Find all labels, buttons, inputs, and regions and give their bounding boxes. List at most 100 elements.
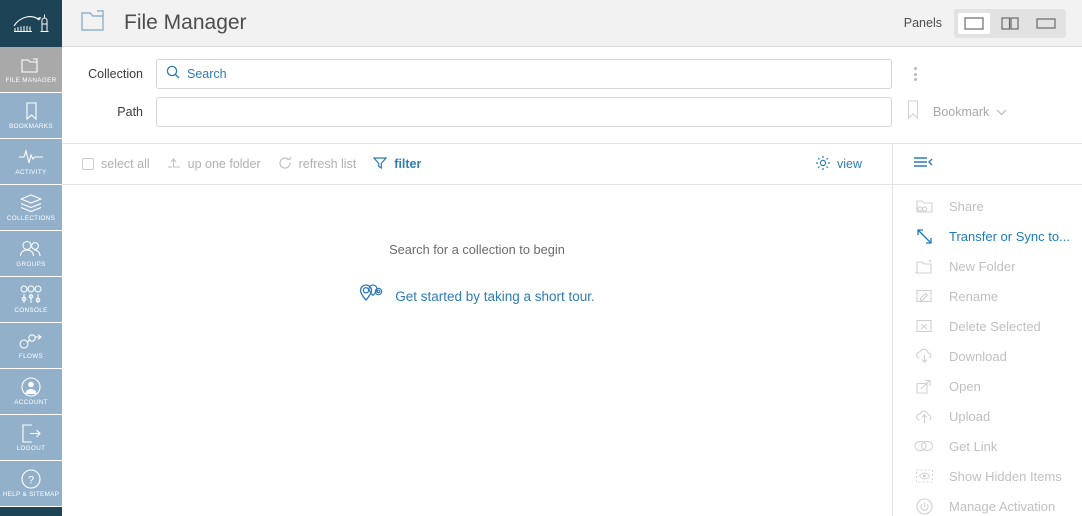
sidebar-item-label: CONSOLE <box>14 307 48 314</box>
action-upload[interactable]: Upload <box>893 401 1082 431</box>
open-external-icon <box>913 378 935 395</box>
action-open[interactable]: Open <box>893 371 1082 401</box>
action-share[interactable]: Share <box>893 191 1082 221</box>
folder-icon <box>20 55 42 75</box>
logout-arrow-icon <box>21 423 42 443</box>
action-manage-activation[interactable]: Manage Activation <box>893 491 1082 516</box>
upload-cloud-icon <box>913 408 935 425</box>
refresh-list-button[interactable]: refresh list <box>278 156 357 173</box>
sidebar-item-collections[interactable]: COLLECTIONS <box>0 185 62 231</box>
page-title: File Manager <box>124 11 247 34</box>
activity-pulse-icon <box>18 147 44 167</box>
map-pins-icon <box>359 284 385 309</box>
action-label: Get Link <box>949 438 998 454</box>
search-fields: Collection Search Path <box>62 59 892 135</box>
path-input[interactable] <box>156 97 892 127</box>
question-circle-icon: ? <box>21 469 41 489</box>
sidebar-item-activity[interactable]: ACTIVITY <box>0 139 62 185</box>
sidebar-item-label: HELP & SITEMAP <box>2 491 60 498</box>
power-icon <box>913 497 935 515</box>
toolbar-left-actions: select all up one folder refresh list fi… <box>62 144 815 184</box>
bookmark-label: Bookmark <box>933 105 990 119</box>
start-tour-label: Get started by taking a short tour. <box>395 289 595 304</box>
search-input[interactable]: Search <box>156 59 892 89</box>
flows-nodes-icon <box>18 331 44 351</box>
app-header: File Manager Panels <box>62 0 1082 47</box>
share-folder-icon <box>913 198 935 214</box>
layers-icon <box>20 193 42 213</box>
panel-wide-icon <box>1036 17 1056 29</box>
search-actions: Bookmark <box>892 59 1082 135</box>
link-icon <box>913 440 935 452</box>
action-get-link[interactable]: Get Link <box>893 431 1082 461</box>
user-circle-icon <box>21 377 41 397</box>
path-row: Path <box>73 97 892 127</box>
sidebar-item-label: ACTIVITY <box>15 169 47 176</box>
bookmark-dropdown[interactable]: Bookmark <box>900 97 1082 127</box>
search-input-placeholder: Search <box>187 67 227 81</box>
filter-button[interactable]: filter <box>372 156 422 173</box>
panels-label: Panels <box>903 16 942 30</box>
panel-single-button[interactable] <box>958 12 990 34</box>
left-navigation-rail: FILE MANAGER BOOKMARKS ACTIVITY COLLECTI… <box>0 0 62 516</box>
main-body: File Manager Panels Collection Search Pa… <box>62 0 1082 516</box>
arrow-up-folder-icon <box>167 156 181 173</box>
empty-state-message: Search for a collection to begin <box>389 242 565 257</box>
action-rename[interactable]: Rename <box>893 281 1082 311</box>
sidebar-item-logout[interactable]: LOGOUT <box>0 415 62 461</box>
file-toolbar: select all up one folder refresh list fi… <box>62 143 1082 185</box>
brand-logo[interactable] <box>0 0 62 47</box>
sidebar-item-label: LOGOUT <box>16 445 46 452</box>
delete-x-icon <box>913 318 935 334</box>
action-new-folder[interactable]: New Folder <box>893 251 1082 281</box>
action-label: Download <box>949 348 1007 364</box>
view-button[interactable]: view <box>815 144 892 184</box>
transfer-arrows-icon <box>913 227 935 246</box>
sidebar-item-help-sitemap[interactable]: ? HELP & SITEMAP <box>0 461 62 507</box>
sidebar-item-account[interactable]: ACCOUNT <box>0 369 62 415</box>
chevron-down-icon <box>996 103 1007 121</box>
more-options-button[interactable] <box>900 59 1082 89</box>
download-cloud-icon <box>913 348 935 365</box>
filter-label: filter <box>394 157 422 171</box>
action-label: New Folder <box>949 258 1016 274</box>
sliders-icon <box>18 285 44 305</box>
sidebar-item-bookmarks[interactable]: BOOKMARKS <box>0 93 62 139</box>
action-transfer-or-sync[interactable]: Transfer or Sync to... <box>893 221 1082 251</box>
search-icon <box>166 65 180 84</box>
content-split: Search for a collection to begin Get sta… <box>62 185 1082 516</box>
start-tour-link[interactable]: Get started by taking a short tour. <box>62 284 892 309</box>
select-all-label: select all <box>101 157 150 171</box>
panel-split-icon <box>1001 16 1019 30</box>
panel-wide-button[interactable] <box>1030 13 1062 34</box>
search-area: Collection Search Path Bookmark <box>62 47 1082 143</box>
collection-label: Collection <box>88 67 143 81</box>
file-list-canvas: Search for a collection to begin Get sta… <box>62 185 892 516</box>
sidebar-item-label: FILE MANAGER <box>5 77 57 84</box>
gear-icon <box>815 155 831 174</box>
sidebar-item-file-manager[interactable]: FILE MANAGER <box>0 47 62 93</box>
app-root: FILE MANAGER BOOKMARKS ACTIVITY COLLECTI… <box>0 0 1082 516</box>
folder-icon <box>80 8 110 38</box>
panel-split-button[interactable] <box>994 13 1026 34</box>
action-label: Upload <box>949 408 991 424</box>
action-delete-selected[interactable]: Delete Selected <box>893 311 1082 341</box>
collapse-panel-button[interactable] <box>892 144 1082 184</box>
eye-dashed-icon <box>913 468 935 484</box>
actions-panel: Share Transfer or Sync to... New Folder <box>892 185 1082 516</box>
select-all-button[interactable]: select all <box>82 157 150 171</box>
sidebar-item-console[interactable]: CONSOLE <box>0 277 62 323</box>
up-one-folder-button[interactable]: up one folder <box>167 156 261 173</box>
refresh-list-label: refresh list <box>298 157 357 171</box>
action-label: Show Hidden Items <box>949 468 1062 484</box>
bookmark-icon <box>25 101 38 121</box>
sidebar-item-flows[interactable]: FLOWS <box>0 323 62 369</box>
checkbox-icon <box>82 158 94 170</box>
up-one-folder-label: up one folder <box>187 157 261 171</box>
hamburger-collapse-icon <box>913 155 933 174</box>
action-show-hidden-items[interactable]: Show Hidden Items <box>893 461 1082 491</box>
rename-pencil-icon <box>913 288 935 304</box>
sidebar-item-label: FLOWS <box>18 353 44 360</box>
action-download[interactable]: Download <box>893 341 1082 371</box>
sidebar-item-groups[interactable]: GROUPS <box>0 231 62 277</box>
